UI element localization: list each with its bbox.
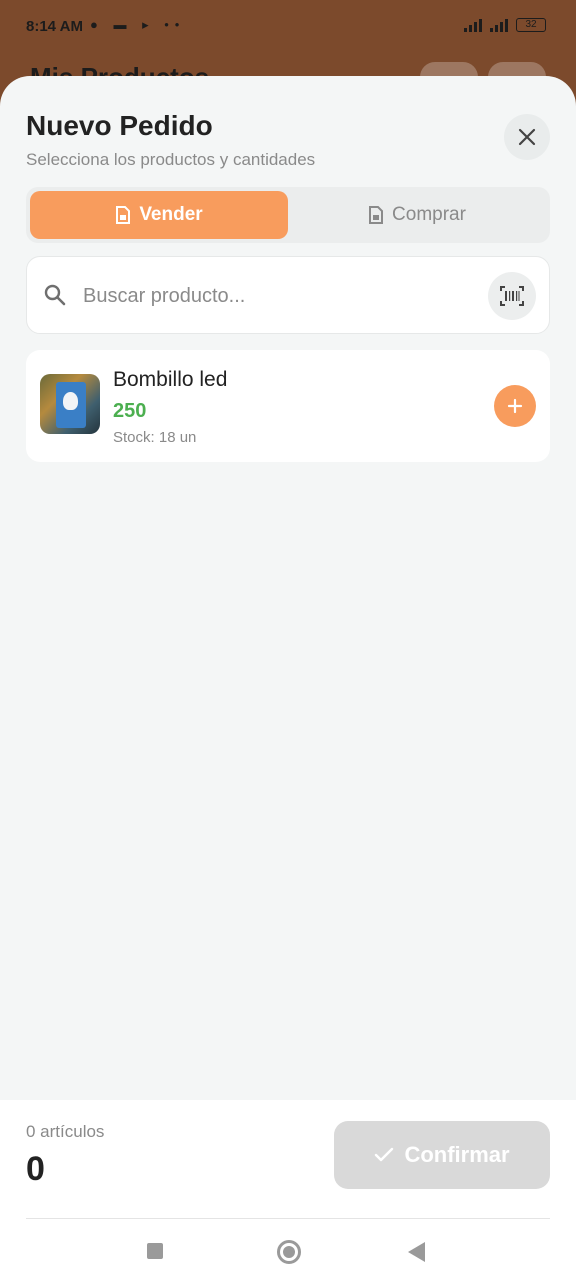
confirm-button[interactable]: Confirmar <box>334 1121 550 1189</box>
tab-comprar[interactable]: Comprar <box>288 191 546 239</box>
tab-comprar-label: Comprar <box>392 204 466 225</box>
signal-icon <box>464 18 482 32</box>
close-icon <box>518 128 536 146</box>
search-icon <box>44 284 66 306</box>
tab-vender-label: Vender <box>139 204 203 225</box>
buy-doc-icon <box>369 206 384 224</box>
footer-divider <box>26 1218 550 1219</box>
recent-apps-icon[interactable] <box>147 1243 163 1259</box>
back-icon[interactable] <box>408 1242 425 1262</box>
product-price: 250 <box>113 400 147 422</box>
status-bar: 8:14 AM ● ▬ ▸ •• 32 <box>0 0 576 56</box>
product-list-item[interactable]: Bombillo led 250 Stock: 18 un <box>26 350 550 462</box>
barcode-scan-button[interactable] <box>488 272 536 320</box>
status-time: 8:14 AM <box>26 18 83 35</box>
signal-icon-2 <box>490 18 508 32</box>
notification-icons: ● ▬ ▸ •• <box>90 17 186 32</box>
battery-icon: 32 <box>516 18 546 32</box>
sell-doc-icon <box>116 206 131 224</box>
barcode-icon <box>500 286 524 306</box>
check-icon <box>375 1147 394 1162</box>
product-thumbnail <box>40 374 100 434</box>
product-name: Bombillo led <box>113 368 228 391</box>
order-type-toggle: Vender Comprar <box>26 187 550 243</box>
order-footer: 0 artículos 0 Confirmar <box>0 1100 576 1280</box>
close-button[interactable] <box>504 114 550 160</box>
sheet-title: Nuevo Pedido <box>26 110 213 141</box>
new-order-sheet: Nuevo Pedido Selecciona los productos y … <box>0 76 576 1280</box>
plus-icon <box>507 398 523 414</box>
tab-vender[interactable]: Vender <box>30 191 288 239</box>
item-count: 0 artículos <box>26 1122 105 1141</box>
product-stock: Stock: 18 un <box>113 429 197 446</box>
search-input[interactable] <box>83 279 473 313</box>
order-total: 0 <box>26 1150 45 1188</box>
home-icon[interactable] <box>277 1240 301 1264</box>
add-product-button[interactable] <box>494 385 536 427</box>
search-bar <box>26 256 550 334</box>
confirm-label: Confirmar <box>404 1142 510 1167</box>
system-nav-bar <box>0 1230 576 1280</box>
status-right-icons: 32 <box>464 18 546 32</box>
sheet-subtitle: Selecciona los productos y cantidades <box>26 150 316 169</box>
